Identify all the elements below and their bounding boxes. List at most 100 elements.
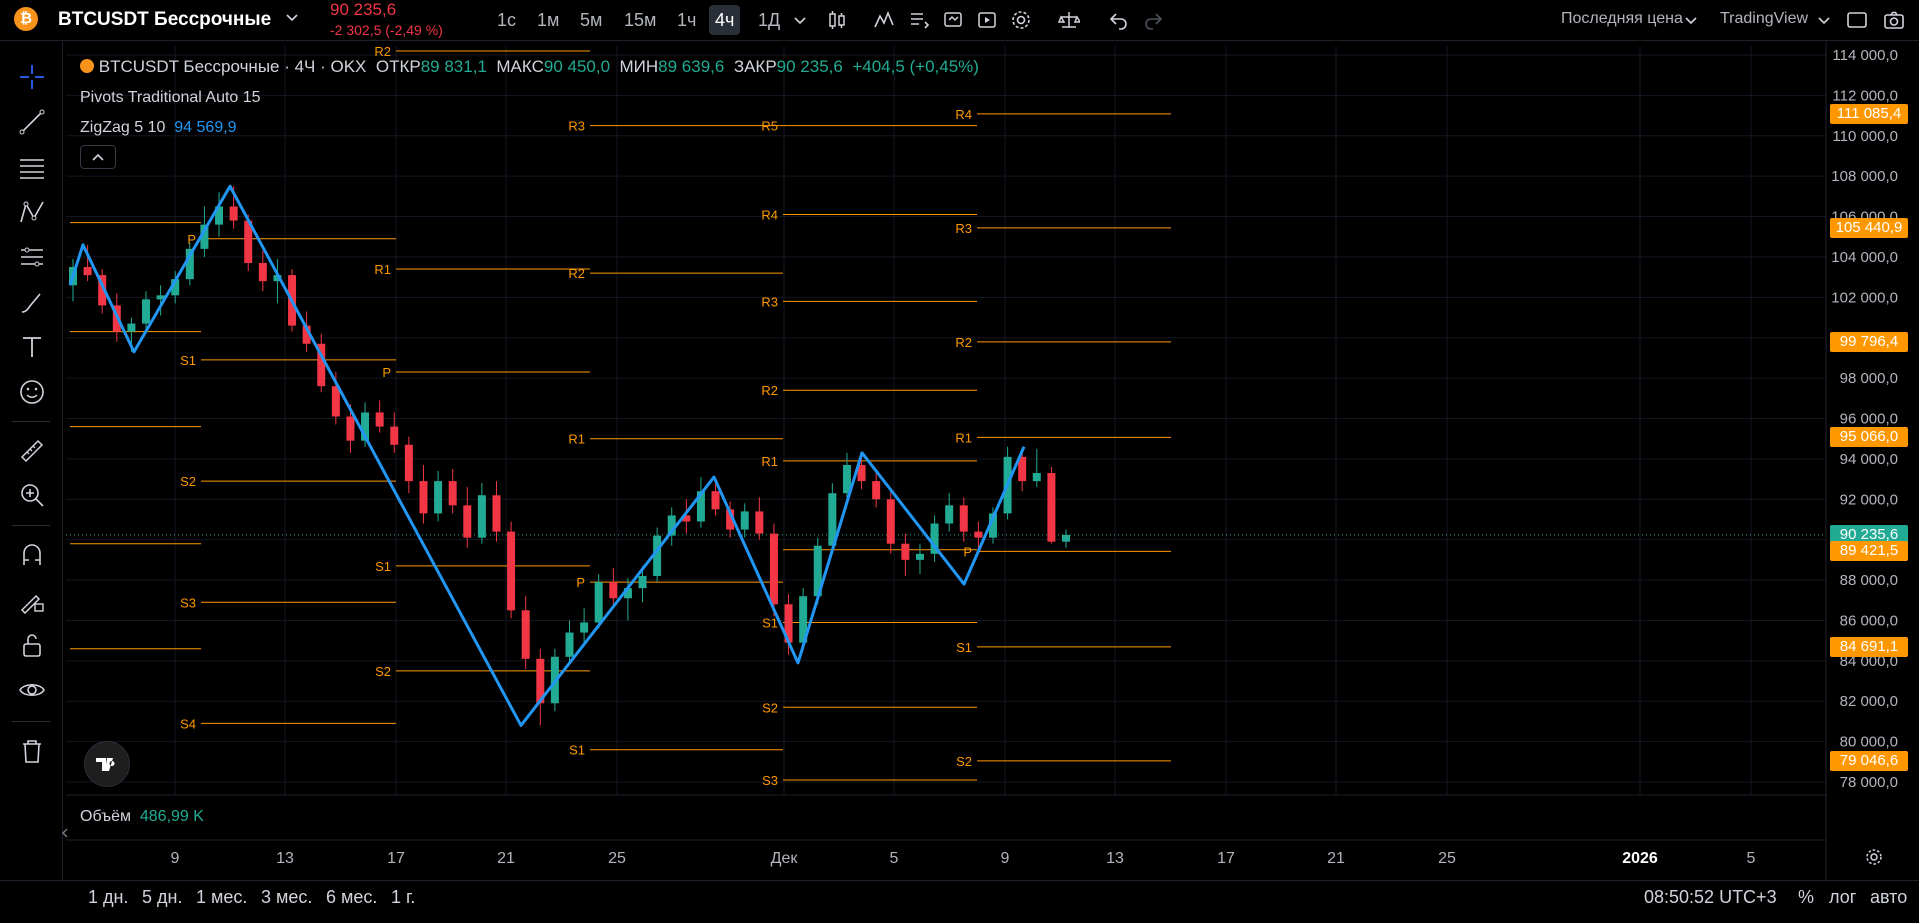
x-tick-label: 5 <box>890 850 899 867</box>
y-tick-label: 80 000,0 <box>1840 734 1898 751</box>
timeframe-4h[interactable]: 4ч <box>709 5 741 35</box>
ruler-icon[interactable] <box>18 437 46 465</box>
pivot-label-R2: R2 <box>761 383 778 398</box>
redo-icon[interactable] <box>1142 9 1164 31</box>
pivot-label-P: P <box>963 544 972 559</box>
gear-icon[interactable] <box>1010 9 1032 31</box>
price-type-select[interactable]: Последняя цена <box>1561 10 1683 28</box>
y-tick-label: 88 000,0 <box>1840 572 1898 589</box>
price-chart[interactable]: PS1S2S3S4R2R1PS1S2R3R2R1PS1R5R4R3R2R1PS1… <box>0 0 1919 922</box>
pivot-price-badge: 105 440,9 <box>1830 217 1908 238</box>
tradingview-logo[interactable] <box>84 741 130 787</box>
pivot-label-S1: S1 <box>569 743 585 758</box>
pivot-label-S1: S1 <box>956 640 972 655</box>
templates-icon[interactable] <box>908 9 930 31</box>
candle <box>536 648 545 726</box>
alert-icon[interactable] <box>942 9 964 31</box>
bitcoin-icon: ₿ <box>14 7 38 31</box>
zigzag-label: ZigZag 5 10 <box>80 119 166 136</box>
y-tick-label: 94 000,0 <box>1840 451 1898 468</box>
emoji-icon[interactable] <box>18 378 46 406</box>
gear-icon[interactable] <box>1864 847 1884 867</box>
eye-icon[interactable] <box>18 676 46 704</box>
candle <box>696 477 705 528</box>
replay-icon[interactable] <box>976 9 998 31</box>
pivot-label-S2: S2 <box>180 474 196 489</box>
x-tick-label: 17 <box>1217 850 1235 867</box>
candle <box>477 483 486 544</box>
pivot-label-S2: S2 <box>375 664 391 679</box>
timeframe-1m[interactable]: 1м <box>537 10 559 31</box>
y-tick-label: 92 000,0 <box>1840 491 1898 508</box>
brush-icon[interactable] <box>18 288 46 316</box>
trash-icon[interactable] <box>18 737 46 765</box>
pivot-label-R3: R3 <box>568 119 585 134</box>
trend-line-icon[interactable] <box>18 108 46 136</box>
fib-retracement-icon[interactable] <box>18 154 46 182</box>
range-1y[interactable]: 1 г. <box>391 887 415 908</box>
volume-value: 486,99 K <box>139 808 204 825</box>
timeframe-1d[interactable]: 1Д <box>758 10 780 31</box>
zoom-icon[interactable] <box>18 481 46 509</box>
pivot-label-R3: R3 <box>955 221 972 236</box>
candle <box>609 567 618 607</box>
range-1m[interactable]: 1 мес. <box>196 887 247 908</box>
candles-icon[interactable] <box>826 9 848 31</box>
forecast-icon[interactable] <box>18 243 46 271</box>
pivot-label-R1: R1 <box>761 454 778 469</box>
chevron-down-icon[interactable] <box>286 11 298 23</box>
candle <box>463 487 472 548</box>
chart-provider-select[interactable]: TradingView <box>1720 10 1808 28</box>
symbol-name[interactable]: BTCUSDT Бессрочные <box>58 9 271 31</box>
range-6m[interactable]: 6 мес. <box>326 887 377 908</box>
legend-title[interactable]: BTCUSDT Бессрочные · 4Ч · OKX <box>99 57 367 76</box>
candle <box>404 436 413 494</box>
candle <box>755 497 764 540</box>
x-tick-label: 25 <box>608 850 626 867</box>
pivot-label-R1: R1 <box>568 432 585 447</box>
log-toggle[interactable]: лог <box>1829 887 1856 908</box>
timeframe-1s[interactable]: 1с <box>497 10 516 31</box>
indicators-icon[interactable] <box>873 9 895 31</box>
x-tick-label: 17 <box>387 850 405 867</box>
tradingview-icon <box>96 758 115 771</box>
candle <box>507 521 516 619</box>
pivot-price-badge: 95 066,0 <box>1830 427 1908 448</box>
collapse-legend-button[interactable] <box>80 145 116 169</box>
crosshair-icon[interactable] <box>18 63 46 91</box>
range-5d[interactable]: 5 дн. <box>142 887 182 908</box>
unlock-icon[interactable] <box>18 631 46 659</box>
x-tick-label: 13 <box>1106 850 1124 867</box>
range-1d[interactable]: 1 дн. <box>88 887 128 908</box>
low-label: МИН <box>619 57 659 76</box>
auto-toggle[interactable]: авто <box>1870 887 1907 908</box>
legend-change: +404,5 (+0,45%) <box>852 57 979 76</box>
fullscreen-icon[interactable] <box>1846 9 1868 31</box>
lock-drawing-icon[interactable] <box>18 586 46 614</box>
balance-icon[interactable] <box>1058 9 1080 31</box>
camera-icon[interactable] <box>1883 9 1905 31</box>
chevron-left-icon[interactable] <box>60 826 70 840</box>
clock[interactable]: 08:50:52 UTC+3 <box>1644 887 1777 908</box>
chevron-down-icon[interactable] <box>1685 9 1697 31</box>
candle <box>448 468 457 514</box>
chevron-down-icon[interactable] <box>1818 9 1830 31</box>
y-tick-label: 96 000,0 <box>1840 411 1898 428</box>
range-3m[interactable]: 3 мес. <box>261 887 312 908</box>
toolbar-divider <box>12 721 50 722</box>
timeframe-15m[interactable]: 15м <box>624 10 656 31</box>
timeframe-1h[interactable]: 1ч <box>677 10 696 31</box>
timeframe-5m[interactable]: 5м <box>580 10 602 31</box>
pattern-icon[interactable] <box>18 198 46 226</box>
zigzag-indicator[interactable]: ZigZag 5 10 94 569,9 <box>80 119 237 137</box>
toolbar-divider <box>12 525 50 526</box>
magnet-icon[interactable] <box>18 541 46 569</box>
text-icon[interactable] <box>18 333 46 361</box>
percent-toggle[interactable]: % <box>1798 887 1814 908</box>
chevron-down-icon[interactable] <box>793 9 807 31</box>
pivot-label-R2: R2 <box>568 266 585 281</box>
undo-icon[interactable] <box>1108 9 1130 31</box>
pivot-label-S1: S1 <box>762 615 778 630</box>
candle <box>434 471 443 522</box>
pivots-indicator[interactable]: Pivots Traditional Auto 15 <box>80 89 261 107</box>
